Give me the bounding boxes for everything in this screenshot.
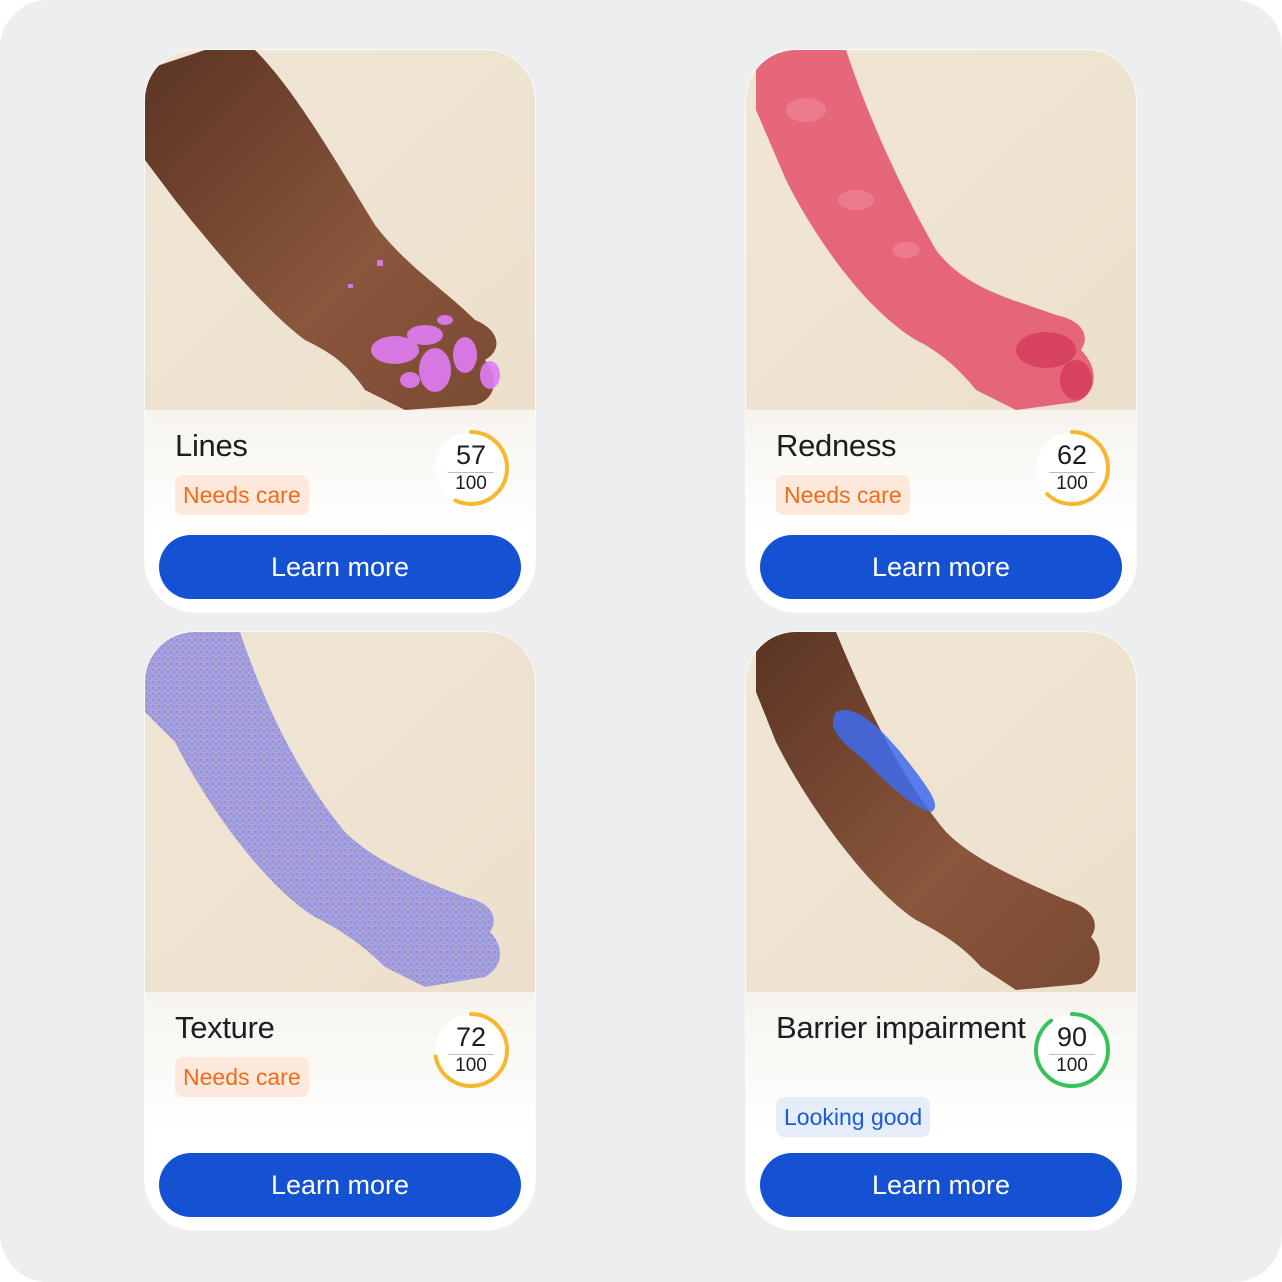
score-value: 72	[455, 1022, 487, 1052]
status-badge: Needs care	[175, 1057, 309, 1097]
metric-title: Texture	[175, 1010, 275, 1045]
learn-more-button[interactable]: Learn more	[159, 1153, 521, 1217]
analysis-card-lines: Lines Needs care 57 100 Learn more	[145, 50, 535, 612]
arm-photo-redness	[746, 50, 1136, 410]
metric-title: Redness	[776, 428, 897, 463]
status-badge: Looking good	[776, 1097, 931, 1137]
score-max: 100	[455, 1055, 487, 1076]
analysis-card-barrier-impairment: Barrier impairment Looking good 90 100 L…	[746, 632, 1136, 1230]
analysis-card-texture: Texture Needs care 72 100 Learn more	[145, 632, 535, 1230]
arm-photo-texture	[145, 632, 535, 992]
metric-title: Lines	[175, 428, 248, 463]
learn-more-button[interactable]: Learn more	[760, 1153, 1122, 1217]
score-gauge: 62 100	[1032, 428, 1112, 508]
learn-more-button[interactable]: Learn more	[159, 535, 521, 599]
card-info: Redness Needs care 62 100 Learn more	[746, 410, 1136, 612]
score-gauge: 90 100	[1032, 1010, 1112, 1090]
score-value: 90	[1056, 1022, 1088, 1052]
metric-title: Barrier impairment	[776, 1010, 1026, 1045]
analysis-card-redness: Redness Needs care 62 100 Learn more	[746, 50, 1136, 612]
status-badge: Needs care	[175, 475, 309, 515]
score-value: 57	[455, 440, 487, 470]
learn-more-button[interactable]: Learn more	[760, 535, 1122, 599]
card-info: Barrier impairment Looking good 90 100 L…	[746, 992, 1136, 1230]
score-max: 100	[1056, 473, 1088, 494]
score-max: 100	[1056, 1055, 1088, 1076]
score-value: 62	[1056, 440, 1088, 470]
arm-photo-lines	[145, 50, 535, 410]
score-max: 100	[455, 473, 487, 494]
card-info: Texture Needs care 72 100 Learn more	[145, 992, 535, 1230]
card-info: Lines Needs care 57 100 Learn more	[145, 410, 535, 612]
status-badge: Needs care	[776, 475, 910, 515]
page-background: Lines Needs care 57 100 Learn more Redne…	[0, 0, 1282, 1282]
score-gauge: 57 100	[431, 428, 511, 508]
score-gauge: 72 100	[431, 1010, 511, 1090]
arm-photo-barrier	[746, 632, 1136, 992]
